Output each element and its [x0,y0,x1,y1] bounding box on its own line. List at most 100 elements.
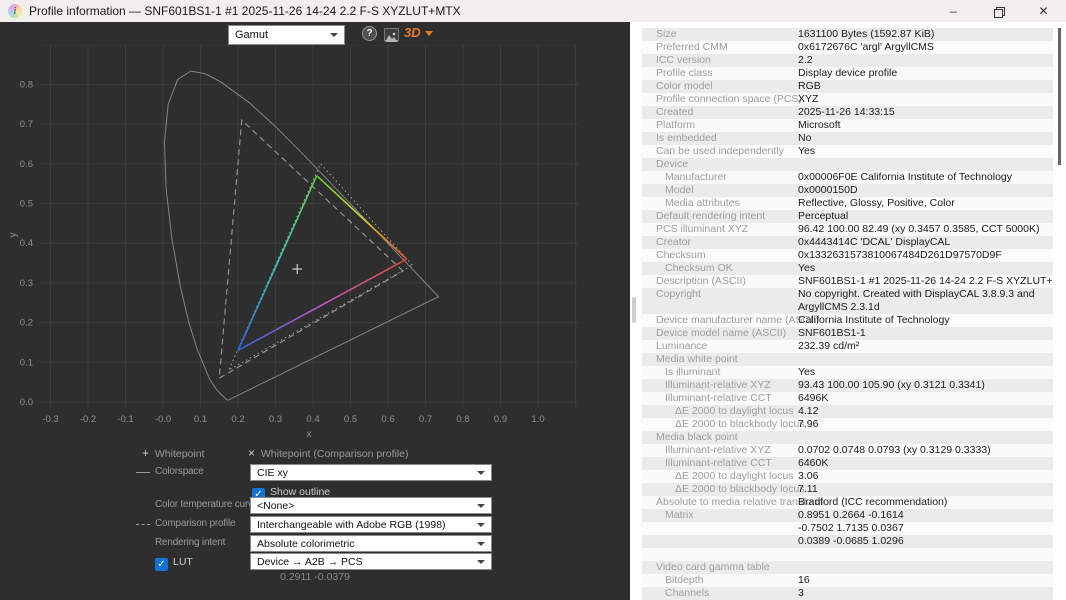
table-row: ΔE 2000 to daylight locus4.12 [642,405,1053,418]
cross-marker-icon: × [248,446,255,460]
chevron-down-icon [477,471,485,475]
table-row: Matrix0.8951 0.2664 -0.1614 [642,509,1053,522]
save-image-icon[interactable] [384,28,399,41]
chevron-down-icon [477,560,485,564]
comparison-profile-value: Interchangeable with Adobe RGB (1998) [257,519,446,531]
row-label: PCS illuminant XYZ [656,223,748,236]
row-label: ICC version [656,54,711,67]
chromaticity-chart[interactable]: -0.3-0.2-0.1-0.00.10.20.30.40.50.60.70.8… [0,45,630,445]
row-value: Yes [798,145,815,158]
table-row: Device model name (ASCII)SNF601BS1-1 [642,327,1053,340]
svg-text:0.2: 0.2 [20,318,33,329]
lut-direction-value: Device → A2B → PCS [257,556,363,568]
lut-row: ✓ LUT Device → A2B → PCS [0,553,630,570]
solid-line-icon [136,472,150,473]
row-value: 3.06 [798,470,818,483]
svg-text:0.3: 0.3 [269,414,282,425]
close-button[interactable]: ✕ [1021,0,1066,22]
table-row: ΔE 2000 to blackbody locus7.96 [642,418,1053,431]
table-row: Checksum 0x1332631573810067484D261D97570D… [642,249,1053,262]
table-row: ΔE 2000 to blackbody locus7.11 [642,483,1053,496]
row-label: Is illuminant [665,366,720,379]
table-row: Luminance 232.39 cd/m² [642,340,1053,353]
svg-text:0.1: 0.1 [20,357,33,368]
help-icon[interactable]: ? [362,26,377,41]
profile-info-table: Size1631100 Bytes (1592.87 KiB)Preferred… [630,28,1066,600]
table-row: Description (ASCII)SNF601BS1-1 #1 2025-1… [642,275,1053,288]
legend-whitepoint-comparison: × Whitepoint (Comparison profile) [248,446,409,460]
row-value: Perceptual [798,210,848,223]
svg-text:0.6: 0.6 [20,159,33,170]
svg-text:-0.3: -0.3 [42,414,58,425]
row-value: 0x00006F0E California Institute of Techn… [798,171,1012,184]
table-row: Can be used independently Yes [642,145,1053,158]
table-row: Profile connection space (PCS)XYZ [642,93,1053,106]
color-temperature-curve-label: Color temperature curve [155,499,258,510]
row-value: Yes [798,366,815,379]
chevron-down-icon [477,542,485,546]
plot-toolbar: Gamut ? 3D [0,22,630,46]
scrollbar-thumb[interactable] [1058,28,1061,165]
row-label: Luminance [656,340,707,353]
row-label: Illuminant-relative CCT [665,457,772,470]
row-value: No [798,132,811,145]
row-value: 6460K [798,457,828,470]
plot-type-select[interactable]: Gamut [228,25,345,45]
row-label: Media black point [656,431,738,444]
row-value: 0x1332631573810067484D261D97570D9F [798,249,1002,262]
row-label: Matrix [665,509,694,522]
comparison-profile-select[interactable]: Interchangeable with Adobe RGB (1998) [250,516,492,533]
lut-direction-select[interactable]: Device → A2B → PCS [250,553,492,570]
row-value: 232.39 cd/m² [798,340,859,353]
table-row: Absolute to media relative transformBrad… [642,496,1053,509]
colorspace-value: CIE xy [257,467,288,479]
svg-text:0.4: 0.4 [20,238,33,249]
row-label: Platform [656,119,695,132]
lut-checkbox[interactable]: ✓ [155,558,168,571]
table-row: Device manufacturer name (ASCII)Californ… [642,314,1053,327]
svg-text:0.4: 0.4 [306,414,319,425]
table-row: Illuminant-relative CCT 6460K [642,457,1053,470]
svg-text:0.7: 0.7 [419,414,432,425]
splitter-grip[interactable] [632,297,636,323]
window-controls: – ✕ [931,0,1066,22]
view-3d-button[interactable]: 3D [404,25,433,40]
row-value: California Institute of Technology [798,314,950,327]
svg-text:0.0: 0.0 [20,397,33,408]
row-label: Channels [665,587,709,600]
table-row: Is embeddedNo [642,132,1053,145]
table-row: PCS illuminant XYZ96.42 100.00 82.49 (xy… [642,223,1053,236]
svg-text:-0.0: -0.0 [155,414,171,425]
table-row: Channels3 [642,587,1053,600]
color-temperature-curve-select[interactable]: <None> [250,497,492,514]
minimize-button[interactable]: – [931,0,976,22]
row-label: Manufacturer [665,171,727,184]
table-row: Is illuminant Yes [642,366,1053,379]
color-temperature-curve-row: Color temperature curve <None> [0,497,630,514]
row-value: SNF601BS1-1 [798,327,866,340]
info-app-icon: i [8,4,22,18]
plot-type-value: Gamut [235,29,268,41]
profile-info-panel: Size1631100 Bytes (1592.87 KiB)Preferred… [630,22,1066,600]
table-row: Profile classDisplay device profile [642,67,1053,80]
row-label: Checksum [656,249,706,262]
svg-text:-0.2: -0.2 [80,414,96,425]
table-row: Preferred CMM0x6172676C 'argl' ArgyllCMS [642,41,1053,54]
row-label: Device manufacturer name (ASCII) [656,314,819,327]
rendering-intent-select[interactable]: Absolute colorimetric [250,535,492,552]
row-value: 2.2 [798,54,813,67]
row-label: Illuminant-relative XYZ [665,444,771,457]
vertical-scrollbar[interactable] [1053,22,1066,600]
row-label: ΔE 2000 to blackbody locus [675,483,805,496]
table-row: Color modelRGB [642,80,1053,93]
svg-text:0.7: 0.7 [20,119,33,130]
colorspace-select[interactable]: CIE xy [250,464,492,481]
row-label: Can be used independently [656,145,784,158]
svg-text:-0.1: -0.1 [117,414,133,425]
table-row: Size1631100 Bytes (1592.87 KiB) [642,28,1053,41]
lut-label: LUT [173,556,193,568]
row-value: 6496K [798,392,828,405]
row-value: Bradford (ICC recommendation) [798,496,947,509]
row-label: Default rendering intent [656,210,765,223]
maximize-button[interactable] [976,0,1021,22]
